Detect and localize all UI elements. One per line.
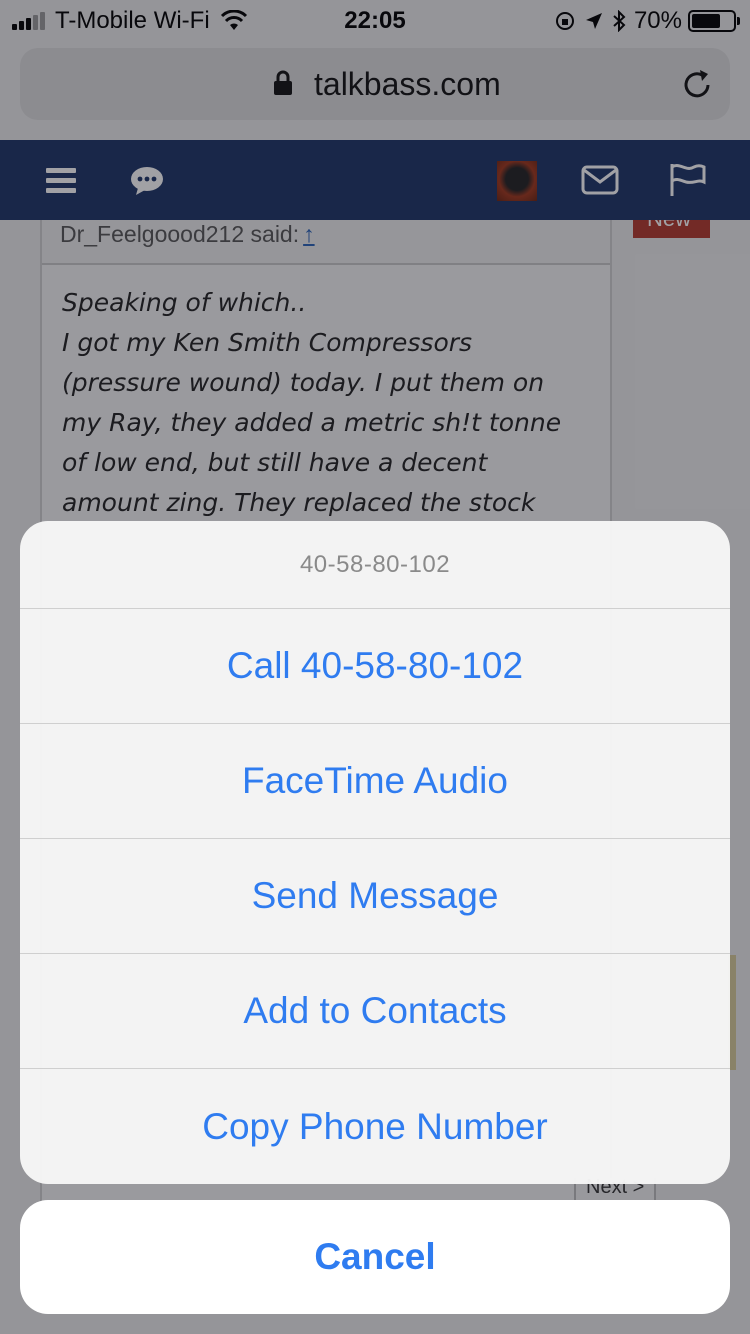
action-sheet-title: 40-58-80-102	[20, 521, 730, 609]
copy-phone-number-button[interactable]: Copy Phone Number	[20, 1069, 730, 1184]
add-to-contacts-button[interactable]: Add to Contacts	[20, 954, 730, 1069]
send-message-button[interactable]: Send Message	[20, 839, 730, 954]
phone-action-sheet: 40-58-80-102 Call 40-58-80-102 FaceTime …	[20, 521, 730, 1184]
call-button[interactable]: Call 40-58-80-102	[20, 609, 730, 724]
cancel-button[interactable]: Cancel	[20, 1200, 730, 1314]
facetime-audio-button[interactable]: FaceTime Audio	[20, 724, 730, 839]
